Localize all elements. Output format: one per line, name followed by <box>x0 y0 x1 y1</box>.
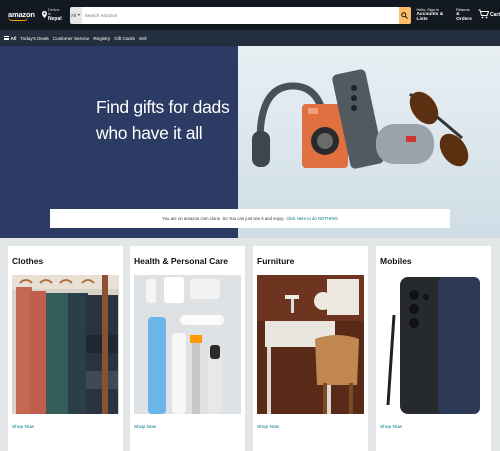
cart-button[interactable]: Cart <box>478 6 500 24</box>
clone-notice-bar: You are on amazon.com clone. So You can … <box>50 209 450 228</box>
deliver-to[interactable]: Deliver to Nepal <box>42 8 64 22</box>
shop-now-link[interactable]: Shop Now <box>257 425 279 430</box>
category-card-furniture[interactable]: Furniture Shop Now <box>253 246 368 451</box>
notice-text: You are on amazon.com clone. So You can … <box>162 216 285 221</box>
category-card-health[interactable]: Health & Personal Care Shop Now <box>130 246 245 451</box>
health-care-image[interactable] <box>134 275 241 414</box>
dropdown-caret-icon: ▼ <box>77 13 81 17</box>
nav-item-label: All <box>10 35 17 41</box>
sub-navbar: All Today's Deals Customer Service Regis… <box>0 30 500 46</box>
shop-now-link[interactable]: Shop Now <box>380 425 402 430</box>
card-title: Furniture <box>257 256 295 266</box>
card-title: Clothes <box>12 256 44 266</box>
search-bar: All ▼ <box>69 6 411 24</box>
card-title: Mobiles <box>380 256 412 266</box>
hero-title: Find gifts for dads who have it all <box>96 97 230 143</box>
speaker-image <box>376 124 434 164</box>
card-title: Health & Personal Care <box>134 256 229 266</box>
nav-item-gift-cards[interactable]: Gift Cards <box>114 36 135 41</box>
deliver-country: Nepal <box>48 16 62 22</box>
account-lists-label: Accounts & Lists <box>416 12 444 22</box>
nav-item-todays-deals[interactable]: Today's Deals <box>20 36 48 41</box>
account-menu[interactable]: Hello, Sign in Accounts & Lists <box>417 8 455 22</box>
search-category-select[interactable]: All ▼ <box>69 6 82 24</box>
notice-link[interactable]: Click Here to do NOTHING <box>286 216 338 221</box>
top-navbar: amazon Deliver to Nepal All ▼ Hello, Sig… <box>0 0 500 30</box>
category-card-clothes[interactable]: Clothes Shop Now <box>8 246 123 451</box>
logo-smile-icon <box>8 17 28 21</box>
amazon-logo[interactable]: amazon <box>8 10 35 21</box>
cart-label: Cart <box>489 12 500 18</box>
furniture-image[interactable] <box>257 275 364 414</box>
returns-orders[interactable]: Returns & Orders <box>456 8 476 22</box>
cart-icon <box>478 6 490 24</box>
search-category-label: All <box>71 12 77 18</box>
deliver-label: Deliver to <box>48 8 60 16</box>
search-button[interactable] <box>398 6 411 24</box>
nav-item-registry[interactable]: Registry <box>93 36 110 41</box>
search-input[interactable] <box>81 6 399 24</box>
orders-label: & Orders <box>456 12 472 22</box>
nav-item-customer-service[interactable]: Customer Service <box>53 36 90 41</box>
mobiles-image[interactable] <box>380 275 487 414</box>
nav-item-sell[interactable]: Sell <box>139 36 147 41</box>
hamburger-icon <box>4 35 9 41</box>
search-icon <box>401 7 408 24</box>
clothes-image[interactable] <box>12 275 119 414</box>
shop-now-link[interactable]: Shop Now <box>134 425 156 430</box>
category-card-mobiles[interactable]: Mobiles Shop Now <box>376 246 491 451</box>
location-pin-icon <box>42 10 47 20</box>
shop-now-link[interactable]: Shop Now <box>12 425 34 430</box>
nav-item-all[interactable]: All <box>4 36 16 41</box>
